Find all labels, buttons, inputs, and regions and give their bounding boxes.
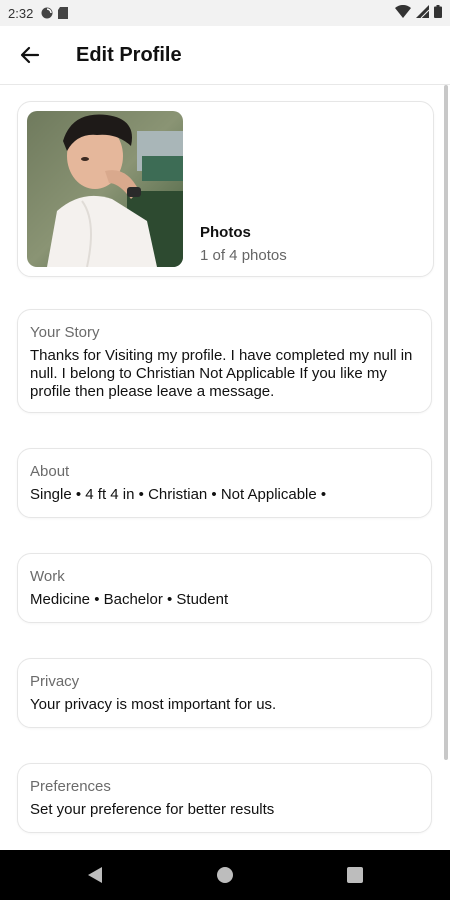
triangle-back-icon [88,867,102,883]
preferences-card[interactable]: Preferences Set your preference for bett… [17,763,432,833]
arrow-back-icon [20,46,40,64]
photos-card[interactable]: Photos 1 of 4 photos [17,101,434,277]
wifi-icon [395,5,411,18]
story-card[interactable]: Your Story Thanks for Visiting my profil… [17,309,432,413]
privacy-title: Privacy [30,673,80,690]
photos-info: Photos 1 of 4 photos [200,224,287,264]
privacy-text: Your privacy is most important for us. [30,696,277,713]
system-nav-bar [0,850,450,900]
profile-photo-image [27,111,183,267]
signal-icon [416,5,429,18]
circle-home-icon [217,867,233,883]
story-title: Your Story [30,324,100,341]
status-left-icons [41,7,69,19]
about-text: Single • 4 ft 4 in • Christian • Not App… [30,486,327,503]
nav-back-button[interactable] [85,865,105,885]
profile-photo[interactable] [27,111,183,267]
preferences-text: Set your preference for better results [30,801,275,818]
square-recents-icon [347,867,363,883]
sd-card-icon [58,7,69,19]
page-title: Edit Profile [76,43,182,66]
status-right-icons [395,5,442,18]
sync-icon [41,7,53,19]
status-bar: 2:32 [0,0,450,26]
nav-recents-button[interactable] [345,865,365,885]
privacy-card[interactable]: Privacy Your privacy is most important f… [17,658,432,728]
work-title: Work [30,568,65,585]
back-button[interactable] [18,43,42,67]
battery-icon [434,5,442,18]
story-text: Thanks for Visiting my profile. I have c… [30,347,413,400]
photos-count: 1 of 4 photos [200,247,287,264]
app-bar: Edit Profile [0,26,450,85]
preferences-title: Preferences [30,778,111,795]
nav-home-button[interactable] [215,865,235,885]
about-title: About [30,463,70,480]
photos-title: Photos [200,224,251,241]
scrollbar[interactable] [444,85,448,760]
about-card[interactable]: About Single • 4 ft 4 in • Christian • N… [17,448,432,518]
status-time: 2:32 [8,5,34,21]
profile-content[interactable]: Photos 1 of 4 photos Your Story Thanks f… [0,85,450,850]
work-card[interactable]: Work Medicine • Bachelor • Student [17,553,432,623]
work-text: Medicine • Bachelor • Student [30,591,229,608]
